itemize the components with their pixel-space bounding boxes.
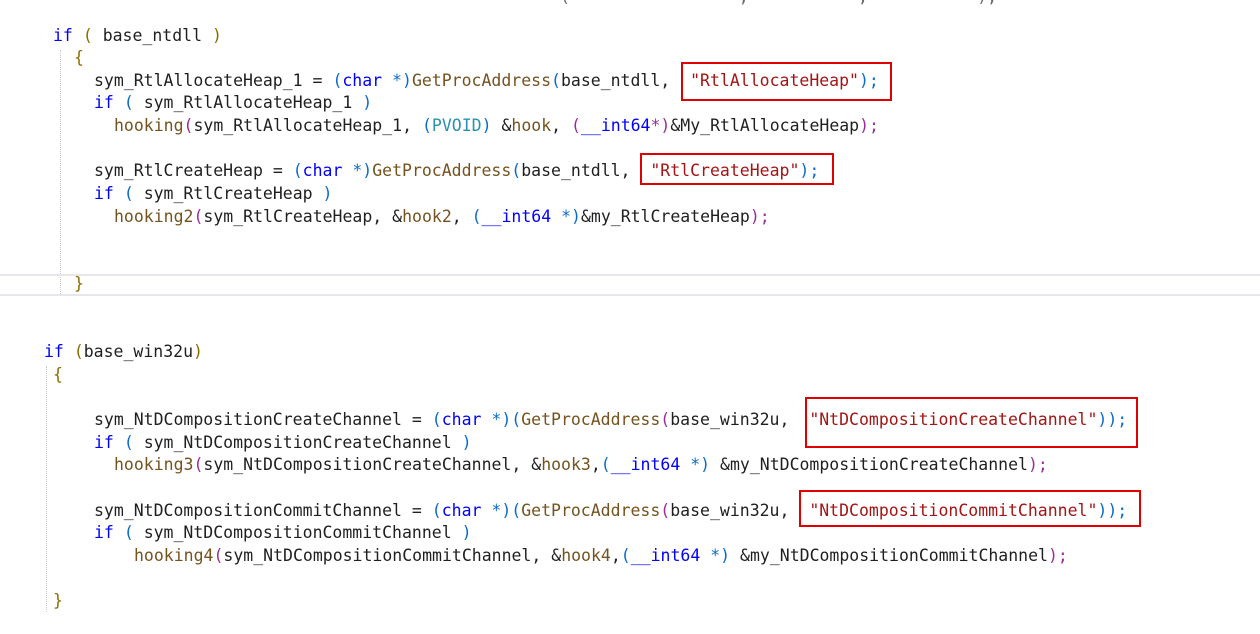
code-line-create-hook[interactable]: hooking2(sym_RtlCreateHeap, &hook2, (__i…: [114, 206, 770, 228]
code-line-alloc-hook[interactable]: hooking(sym_RtlAllocateHeap_1, (PVOID) &…: [114, 115, 879, 137]
line-separator: [0, 274, 1260, 276]
clipped-top-line: ( , , );: [560, 0, 997, 5]
indent-guide: [60, 50, 61, 294]
open-brace: {: [74, 48, 84, 67]
code-line-alloc-assign[interactable]: sym_RtlAllocateHeap_1 = (char *)GetProcA…: [94, 70, 879, 92]
code-line-create-if[interactable]: if ( sym_RtlCreateHeap ): [94, 183, 332, 205]
code-line-create-assign[interactable]: sym_RtlCreateHeap = (char *)GetProcAddre…: [94, 160, 819, 182]
code-line-alloc-if[interactable]: if ( sym_RtlAllocateHeap_1 ): [94, 92, 372, 114]
condition: base_win32u: [83, 342, 194, 361]
close-brace: }: [74, 274, 84, 293]
code-line-ncc-if[interactable]: if ( sym_NtDCompositionCreateChannel ): [94, 432, 472, 454]
string-literal: "RtlAllocateHeap": [690, 71, 859, 90]
code-line-if-base-ntdll[interactable]: if ( base_ntdll ): [53, 25, 222, 47]
code-line-ncm-assign[interactable]: sym_NtDCompositionCommitChannel = (char …: [94, 500, 1127, 522]
code-editor[interactable]: ( , , ); if ( base_ntdll ) { sym_RtlAllo…: [0, 0, 1260, 634]
keyword-if: if: [44, 342, 64, 361]
condition: base_ntdll: [102, 26, 203, 45]
indent-guide: [46, 366, 47, 612]
code-line-ncm-if[interactable]: if ( sym_NtDCompositionCommitChannel ): [94, 522, 472, 544]
line-separator: [0, 294, 1260, 296]
code-line-if-base-win32u[interactable]: if (base_win32u): [44, 341, 203, 363]
string-literal: "NtDCompositionCommitChannel": [809, 501, 1098, 520]
keyword-if: if: [53, 26, 73, 45]
string-literal: "NtDCompositionCreateChannel": [809, 410, 1098, 429]
close-brace: }: [53, 591, 63, 610]
code-line-ncc-hook[interactable]: hooking3(sym_NtDCompositionCreateChannel…: [114, 454, 1048, 476]
code-line-ncm-hook[interactable]: hooking4(sym_NtDCompositionCommitChannel…: [134, 545, 1068, 567]
code-line-ncc-assign[interactable]: sym_NtDCompositionCreateChannel = (char …: [94, 409, 1127, 431]
open-brace: {: [53, 365, 63, 384]
string-literal: "RtlCreateHeap": [650, 161, 800, 180]
